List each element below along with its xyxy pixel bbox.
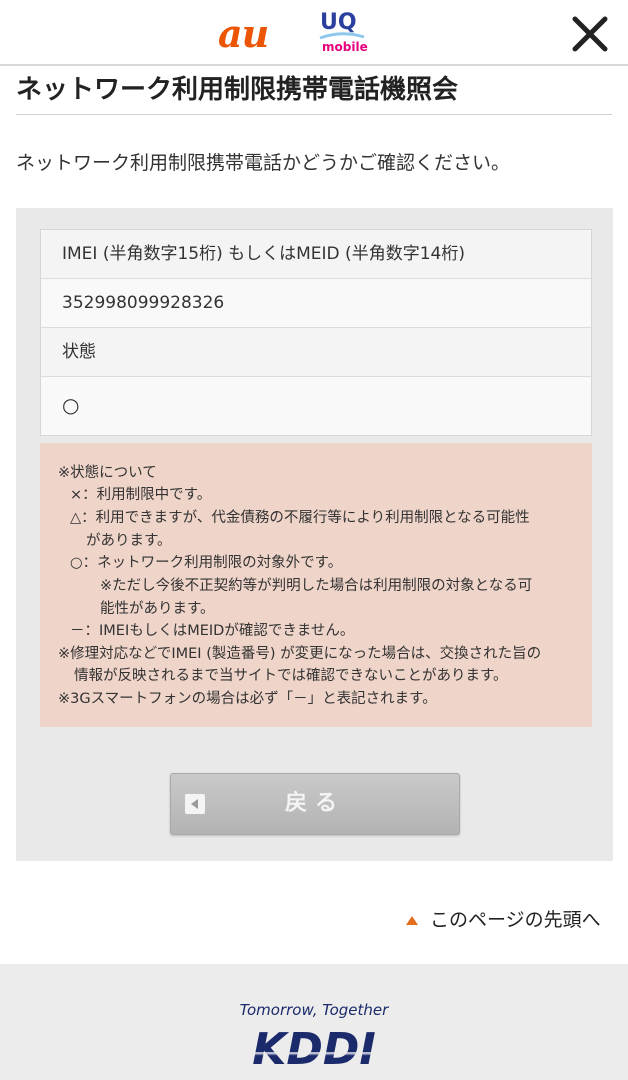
close-button[interactable] xyxy=(570,14,610,54)
close-icon xyxy=(572,16,608,52)
header: au UQ mobile xyxy=(0,0,628,66)
note-x: ×：利用制限中です。 xyxy=(70,487,212,503)
status-value: ○ xyxy=(41,377,591,435)
note-circle: ○：ネットワーク利用制限の対象外です。 xyxy=(70,555,343,571)
note-triangle-1: △：利用できますが、代金債務の不履行等により利用制限となる可能性 xyxy=(70,510,530,526)
triangle-up-icon xyxy=(406,916,418,925)
page-top-link-text: このページの先頭へ xyxy=(430,909,601,931)
imei-value: 352998099928326 xyxy=(41,279,591,328)
kddi-logo[interactable]: KDDI xyxy=(240,1022,388,1072)
status-label: 状態 xyxy=(41,328,591,377)
uq-mobile-logo[interactable]: UQ mobile xyxy=(318,10,370,58)
kddi-logo-text: KDDI xyxy=(252,1024,376,1072)
back-button-label: 戻る xyxy=(284,791,345,816)
au-logo[interactable]: au xyxy=(218,12,269,56)
page-title: ネットワーク利用制限携帯電話機照会 xyxy=(16,70,612,115)
imei-label: IMEI (半角数字15桁) もしくはMEID (半角数字14桁) xyxy=(41,230,591,279)
note-3g: ※3Gスマートフォンの場合は必ず「－」と表記されます。 xyxy=(58,691,437,707)
result-panel: IMEI (半角数字15桁) もしくはMEID (半角数字14桁) 352998… xyxy=(16,208,613,861)
result-table: IMEI (半角数字15桁) もしくはMEID (半角数字14桁) 352998… xyxy=(40,229,592,436)
note-triangle-2: があります。 xyxy=(86,533,172,549)
back-button[interactable]: 戻る xyxy=(170,773,460,835)
note-circle-sub-1: ※ただし今後不正契約等が判明した場合は利用制限の対象となる可 xyxy=(100,578,533,594)
status-notes: ※状態について ×：利用制限中です。 △：利用できますが、代金債務の不履行等によ… xyxy=(40,443,592,727)
uq-mobile-text: mobile xyxy=(322,40,368,54)
footer: Tomorrow, Together KDDI xyxy=(0,964,628,1080)
intro-text: ネットワーク利用制限携帯電話かどうかご確認ください。 xyxy=(16,152,511,174)
note-circle-sub-2: 能性があります。 xyxy=(100,601,215,617)
footer-tagline: Tomorrow, Together xyxy=(239,1001,389,1019)
page-top-link[interactable]: このページの先頭へ xyxy=(400,902,616,938)
note-repair-1: ※修理対応などでIMEI (製造番号) が変更になった場合は、交換された旨の xyxy=(58,646,542,662)
note-dash: －：IMEIもしくはMEIDが確認できません。 xyxy=(70,623,355,639)
note-heading: ※状態について xyxy=(58,465,157,481)
note-repair-2: 情報が反映されるまで当サイトでは確認できないことがあります。 xyxy=(74,668,508,684)
